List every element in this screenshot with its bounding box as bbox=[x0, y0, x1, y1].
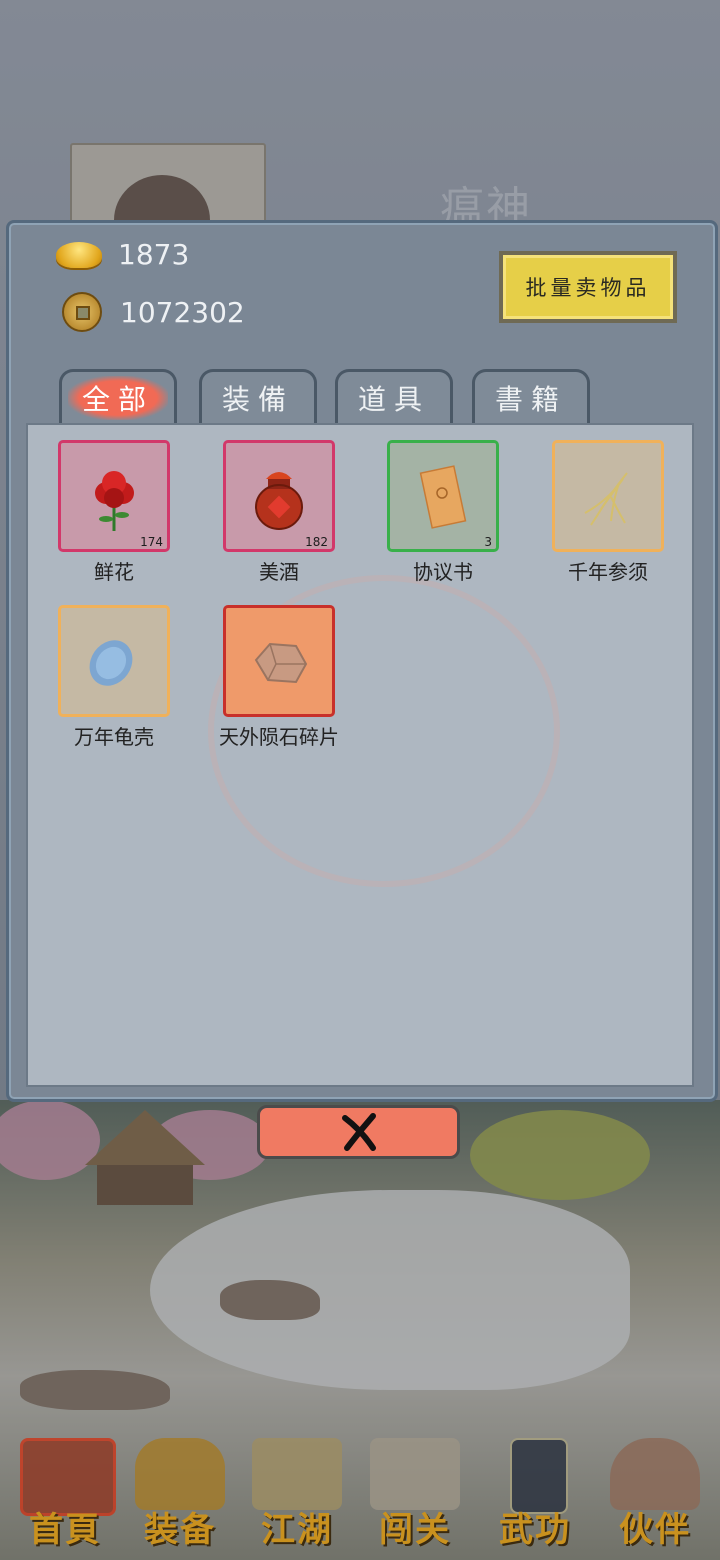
scroll-icon bbox=[419, 465, 467, 529]
inventory-item[interactable]: 182 美酒 bbox=[197, 440, 361, 585]
crossed-swords-icon bbox=[370, 1438, 460, 1510]
tab-label: 装備 bbox=[221, 382, 294, 416]
item-count: 182 bbox=[305, 535, 328, 549]
tab-items[interactable]: 道具 bbox=[335, 369, 453, 423]
copper-resource: 1072302 bbox=[62, 292, 245, 332]
bottom-navigation: 首頁 装备 江湖 闯关 武功 伙伴 bbox=[0, 1410, 720, 1560]
tab-all[interactable]: 全部 bbox=[59, 369, 177, 423]
partners-icon bbox=[610, 1438, 700, 1510]
tab-equipment[interactable]: 装備 bbox=[199, 369, 317, 423]
inventory-item[interactable]: 千年参须 bbox=[526, 440, 690, 585]
tab-label: 書籍 bbox=[494, 382, 567, 416]
nav-label: 首頁 bbox=[29, 1510, 101, 1550]
nav-partners[interactable]: 伙伴 bbox=[600, 1430, 710, 1550]
turtle-shell-icon bbox=[89, 640, 133, 686]
item-slot[interactable] bbox=[223, 605, 335, 717]
gold-amount: 1873 bbox=[118, 238, 190, 271]
meteorite-icon bbox=[254, 642, 308, 684]
item-name: 美酒 bbox=[259, 560, 299, 584]
item-name: 千年参须 bbox=[568, 560, 648, 584]
nav-label: 江湖 bbox=[261, 1510, 333, 1550]
nav-jianghu[interactable]: 江湖 bbox=[242, 1430, 352, 1550]
rose-icon bbox=[95, 471, 134, 531]
item-slot[interactable] bbox=[58, 605, 170, 717]
inventory-item[interactable]: 174 鲜花 bbox=[32, 440, 196, 585]
close-button[interactable] bbox=[257, 1105, 460, 1159]
map-scroll-icon bbox=[252, 1438, 342, 1510]
nav-label: 伙伴 bbox=[619, 1510, 691, 1550]
tab-label: 道具 bbox=[357, 382, 430, 416]
nav-martial-arts[interactable]: 武功 bbox=[480, 1430, 590, 1550]
copper-coin-icon bbox=[62, 292, 102, 332]
nav-label: 闯关 bbox=[379, 1510, 451, 1550]
nav-challenge[interactable]: 闯关 bbox=[360, 1430, 470, 1550]
nav-equipment[interactable]: 装备 bbox=[125, 1430, 235, 1550]
inventory-item[interactable]: 3 协议书 bbox=[361, 440, 525, 585]
tab-label: 全部 bbox=[67, 375, 168, 420]
armor-icon bbox=[135, 1438, 225, 1510]
item-count: 3 bbox=[484, 535, 492, 549]
item-count: 174 bbox=[140, 535, 163, 549]
nav-label: 武功 bbox=[499, 1510, 571, 1550]
inventory-grid: 174 鲜花 182 美酒 3 协议书 千年参须 万年龟壳 天外陨石碎片 bbox=[26, 423, 694, 1087]
wine-jar-icon bbox=[255, 472, 303, 530]
nav-label: 装备 bbox=[144, 1510, 216, 1550]
item-slot[interactable] bbox=[552, 440, 664, 552]
batch-sell-button[interactable]: 批量卖物品 bbox=[499, 251, 677, 323]
tab-books[interactable]: 書籍 bbox=[472, 369, 590, 423]
item-slot[interactable]: 3 bbox=[387, 440, 499, 552]
item-name: 万年龟壳 bbox=[74, 725, 154, 749]
gold-resource: 1873 bbox=[56, 238, 189, 271]
item-name: 协议书 bbox=[413, 560, 473, 584]
item-name: 鲜花 bbox=[94, 560, 134, 584]
close-icon bbox=[341, 1113, 376, 1151]
item-slot[interactable]: 182 bbox=[223, 440, 335, 552]
inventory-item[interactable]: 天外陨石碎片 bbox=[197, 605, 361, 750]
inventory-item[interactable]: 万年龟壳 bbox=[32, 605, 196, 750]
nav-home[interactable]: 首頁 bbox=[10, 1430, 120, 1550]
item-name: 天外陨石碎片 bbox=[219, 725, 339, 749]
ginseng-icon bbox=[584, 472, 628, 526]
gold-ingot-icon bbox=[56, 241, 102, 268]
item-slot[interactable]: 174 bbox=[58, 440, 170, 552]
copper-amount: 1072302 bbox=[120, 295, 245, 329]
